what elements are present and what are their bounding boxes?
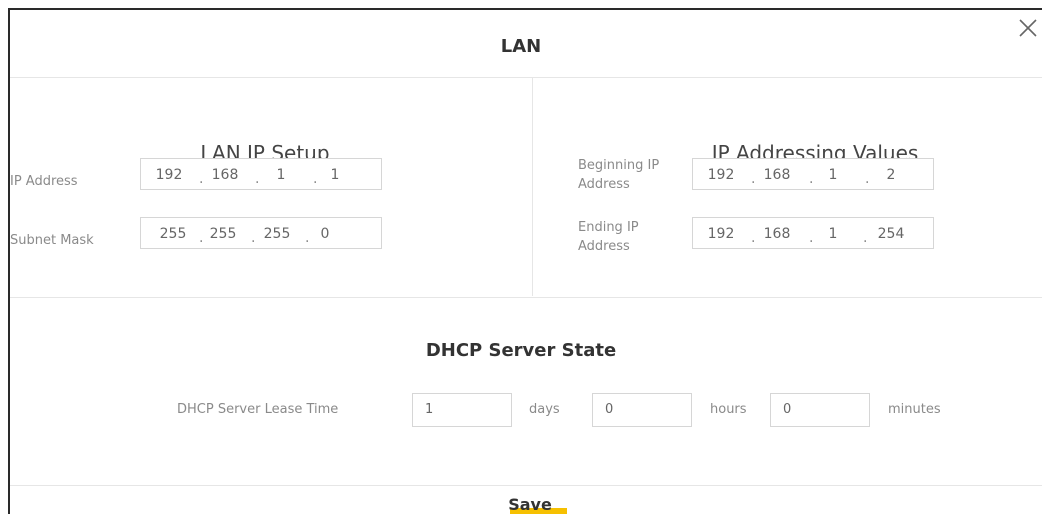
beginning-ip-octet-4[interactable]: 2 — [873, 167, 909, 183]
lease-minutes-input[interactable]: 0 — [770, 393, 870, 427]
ending-ip-label-line1: Ending IP — [578, 220, 639, 235]
ip-address-octet-4[interactable]: 1 — [317, 167, 353, 183]
days-unit-label: days — [529, 402, 560, 417]
octet-separator: . — [865, 171, 870, 187]
dhcp-server-state-title: DHCP Server State — [425, 340, 617, 361]
subnet-mask-octet-4[interactable]: 0 — [307, 226, 343, 242]
beginning-ip-label-line2: Address — [578, 177, 630, 192]
beginning-ip-octet-2[interactable]: 168 — [759, 167, 795, 183]
subnet-mask-label: Subnet Mask — [10, 233, 94, 248]
divider-middle — [10, 297, 1042, 298]
beginning-ip-input[interactable]: 192 . 168 . 1 . 2 — [692, 158, 934, 190]
octet-separator: . — [199, 171, 204, 187]
ending-ip-octet-1[interactable]: 192 — [703, 226, 739, 242]
subnet-mask-octet-2[interactable]: 255 — [205, 226, 241, 242]
octet-separator: . — [751, 230, 756, 246]
ip-address-octet-1[interactable]: 192 — [151, 167, 187, 183]
ending-ip-octet-2[interactable]: 168 — [759, 226, 795, 242]
ip-address-octet-3[interactable]: 1 — [263, 167, 299, 183]
dialog-title: LAN — [500, 36, 542, 57]
beginning-ip-octet-3[interactable]: 1 — [815, 167, 851, 183]
subnet-mask-octet-3[interactable]: 255 — [259, 226, 295, 242]
dhcp-lease-time-label: DHCP Server Lease Time — [177, 402, 339, 417]
octet-separator: . — [751, 171, 756, 187]
ending-ip-label-line2: Address — [578, 239, 630, 254]
subnet-mask-octet-1[interactable]: 255 — [155, 226, 191, 242]
divider-top — [10, 77, 1042, 78]
lan-dialog — [8, 8, 1042, 514]
octet-separator: . — [255, 171, 260, 187]
ending-ip-input[interactable]: 192 . 168 . 1 . 254 — [692, 217, 934, 249]
lease-days-input[interactable]: 1 — [412, 393, 512, 427]
ending-ip-octet-4[interactable]: 254 — [873, 226, 909, 242]
octet-separator: . — [809, 171, 814, 187]
octet-separator: . — [809, 230, 814, 246]
octet-separator: . — [863, 230, 868, 246]
divider-vertical — [532, 78, 533, 296]
beginning-ip-octet-1[interactable]: 192 — [703, 167, 739, 183]
hours-unit-label: hours — [710, 402, 747, 417]
ending-ip-label: Ending IP Address — [578, 218, 639, 256]
ip-address-octet-2[interactable]: 168 — [207, 167, 243, 183]
subnet-mask-input[interactable]: 255 . 255 . 255 . 0 — [140, 217, 382, 249]
ip-address-label: IP Address — [10, 174, 78, 189]
beginning-ip-label: Beginning IP Address — [578, 156, 659, 194]
divider-bottom — [10, 485, 1042, 486]
beginning-ip-label-line1: Beginning IP — [578, 158, 660, 173]
ending-ip-octet-3[interactable]: 1 — [815, 226, 851, 242]
save-button[interactable]: Save — [499, 495, 561, 514]
lease-hours-input[interactable]: 0 — [592, 393, 692, 427]
minutes-unit-label: minutes — [888, 402, 941, 417]
octet-separator: . — [251, 230, 256, 246]
octet-separator: . — [199, 230, 204, 246]
ip-address-input[interactable]: 192 . 168 . 1 . 1 — [140, 158, 382, 190]
